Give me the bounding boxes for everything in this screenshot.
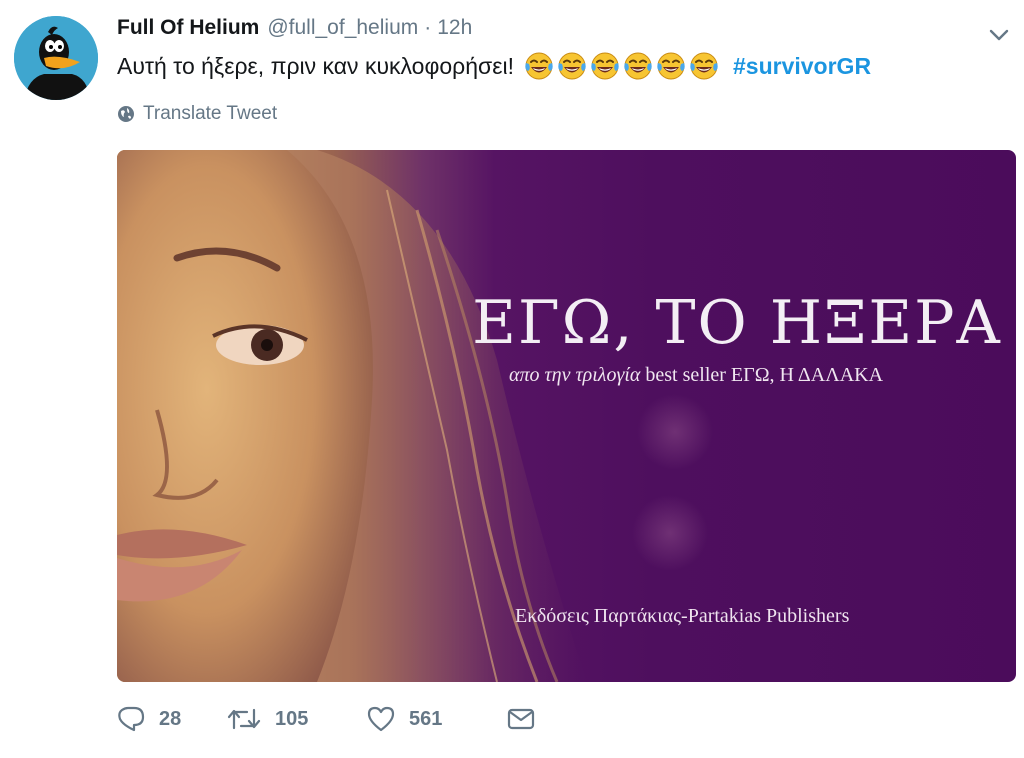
heart-icon bbox=[367, 706, 395, 732]
translate-tweet-link[interactable]: Translate Tweet bbox=[117, 103, 277, 125]
cover-publisher: Εκδόσεις Παρτάκιας-Partakias Publishers bbox=[515, 605, 850, 627]
tweet-body: Αυτή το ήξερε, πριν καν κυκλοφορήσει! bbox=[117, 52, 514, 79]
tweet-options-button[interactable] bbox=[984, 20, 1014, 50]
author-handle[interactable]: @full_of_helium bbox=[267, 16, 418, 40]
cover-subtitle-italic: απο την τριλογία bbox=[509, 364, 641, 386]
hashtag-link[interactable]: #survivorGR bbox=[733, 53, 871, 80]
like-count: 561 bbox=[409, 707, 443, 730]
translate-label: Translate Tweet bbox=[143, 103, 278, 124]
author-avatar[interactable] bbox=[14, 16, 98, 100]
tears-of-joy-emoji bbox=[591, 52, 619, 80]
retweet-button[interactable]: 105 bbox=[227, 706, 367, 732]
cover-title: ΕΓΩ, ΤΟ ΗΞΕΡΑ bbox=[472, 288, 1002, 358]
tweet-timestamp[interactable]: 12h bbox=[437, 16, 472, 40]
tears-of-joy-emoji bbox=[525, 52, 553, 80]
like-button[interactable]: 561 bbox=[367, 706, 507, 732]
retweet-count: 105 bbox=[275, 707, 309, 730]
tears-of-joy-emoji bbox=[657, 52, 685, 80]
chevron-down-icon bbox=[989, 29, 1009, 41]
retweet-icon bbox=[227, 708, 261, 730]
direct-message-button[interactable] bbox=[507, 706, 535, 732]
tweet-actions: 28 105 561 bbox=[117, 706, 535, 732]
reply-button[interactable]: 28 bbox=[117, 706, 227, 732]
cover-subtitle: απο την τριλογία best seller ΕΓΩ, Η ΔΑΛΑ… bbox=[509, 364, 883, 387]
tweet-text: Αυτή το ήξερε, πριν καν κυκλοφορήσει! #s… bbox=[117, 51, 871, 81]
globe-icon bbox=[118, 106, 134, 122]
tears-of-joy-emoji bbox=[690, 52, 718, 80]
reply-count: 28 bbox=[159, 707, 182, 730]
woman-face-photo bbox=[117, 150, 713, 682]
tweet-header: Full Of Helium @full_of_helium · 12h bbox=[117, 16, 472, 40]
reply-icon bbox=[118, 706, 145, 732]
cover-subtitle-rest: best seller ΕΓΩ, Η ΔΑΛΑΚΑ bbox=[640, 364, 884, 386]
daffy-duck-avatar bbox=[14, 16, 98, 100]
author-name[interactable]: Full Of Helium bbox=[117, 16, 259, 40]
separator-dot: · bbox=[424, 16, 432, 39]
tweet-image[interactable]: ΕΓΩ, ΤΟ ΗΞΕΡΑ απο την τριλογία best sell… bbox=[117, 150, 1016, 682]
emoji-group bbox=[524, 51, 719, 81]
tears-of-joy-emoji bbox=[558, 52, 586, 80]
direct-message-icon bbox=[507, 708, 535, 730]
tears-of-joy-emoji bbox=[624, 52, 652, 80]
